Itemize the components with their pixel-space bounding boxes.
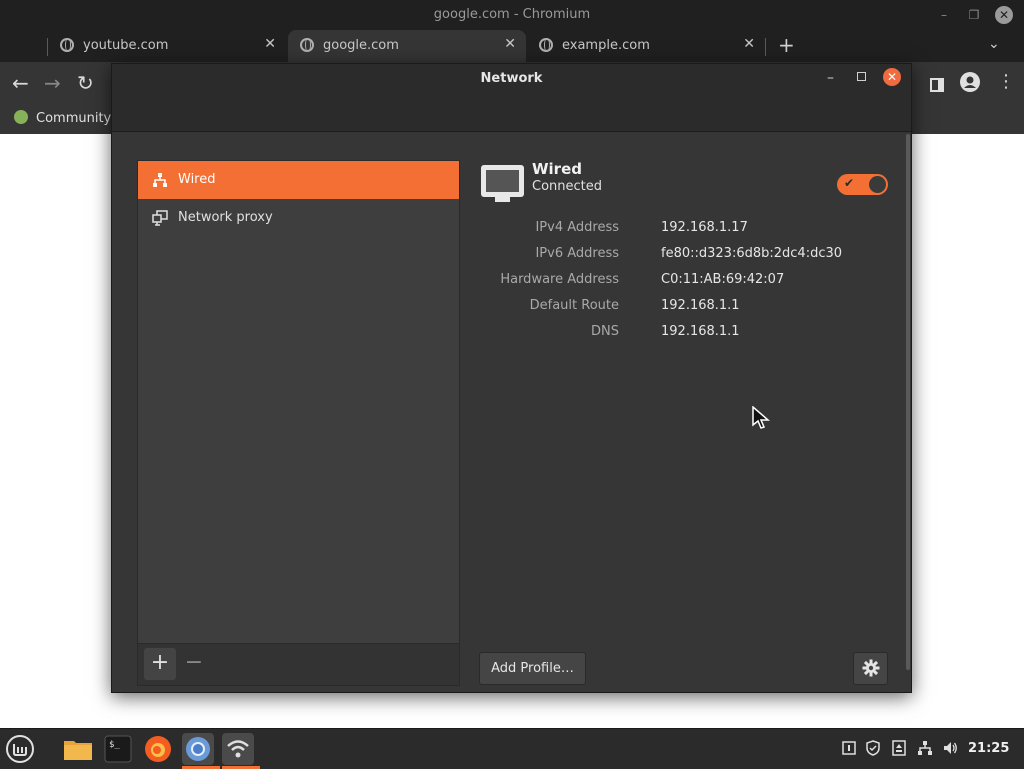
network-settings-icon[interactable] [222, 733, 260, 769]
dialog-header: Network – ✕ [112, 64, 911, 132]
taskbar-clock[interactable]: 21:25 [968, 741, 1009, 756]
browser-tabstrip: youtube.com ✕ google.com ✕ example.com ✕ [0, 30, 1024, 62]
sidebar-item-network-proxy[interactable]: Network proxy [138, 199, 459, 237]
detail-row-dns: DNS 192.168.1.1 [480, 324, 880, 344]
detail-value: C0:11:AB:69:42:07 [661, 272, 785, 287]
volume-icon[interactable] [942, 740, 958, 756]
globe-icon [60, 38, 74, 52]
sidebar-item-wired[interactable]: Wired [138, 161, 459, 199]
sidebar-item-label: Network proxy [178, 210, 273, 225]
browser-minimize-button[interactable]: – [935, 6, 953, 24]
browser-titlebar: google.com - Chromium – ❐ ✕ [0, 0, 1024, 30]
network-dialog: Network – ✕ Wired Network proxy + − Wire… [111, 63, 912, 693]
tab-separator [765, 38, 766, 56]
bookmark-label: Community [36, 111, 112, 126]
notes-tray-icon[interactable] [841, 740, 857, 756]
add-connection-button[interactable]: + [144, 648, 176, 680]
files-icon[interactable] [62, 733, 94, 765]
tab-close-icon[interactable]: ✕ [264, 36, 276, 52]
back-icon[interactable]: ← [12, 71, 29, 95]
browser-maximize-button[interactable]: ❐ [965, 6, 983, 24]
wired-toggle-switch[interactable]: ✔ [837, 174, 888, 195]
tab-close-icon[interactable]: ✕ [743, 36, 755, 52]
detail-row-ipv6: IPv6 Address fe80::d323:6d8b:2dc4:dc30 [480, 246, 880, 266]
gear-icon [862, 659, 880, 681]
detail-label: DNS [591, 324, 619, 339]
remove-connection-button[interactable]: − [178, 648, 210, 680]
terminal-icon[interactable]: $_ [102, 733, 134, 765]
firefox-icon[interactable] [142, 733, 174, 765]
browser-window-title: google.com - Chromium [433, 7, 591, 22]
bookmark-community[interactable]: Community [14, 110, 111, 126]
detail-value: 192.168.1.1 [661, 324, 740, 339]
connection-sidebar: Wired Network proxy [137, 160, 460, 644]
update-manager-icon[interactable] [891, 740, 907, 756]
globe-icon [539, 38, 553, 52]
ethernet-port-icon [480, 164, 525, 204]
sidebar-footer: + − [137, 644, 460, 686]
toggle-knob [869, 176, 886, 193]
tab-label: youtube.com [83, 38, 169, 53]
tab-label: google.com [323, 38, 399, 53]
tab-google[interactable]: google.com ✕ [288, 30, 526, 62]
dialog-title: Network [480, 71, 543, 86]
wired-network-icon [152, 172, 168, 188]
browser-menu-icon[interactable]: ⋮ [997, 71, 1015, 92]
detail-label: IPv4 Address [535, 220, 619, 235]
detail-value: 192.168.1.17 [661, 220, 748, 235]
detail-row-default-route: Default Route 192.168.1.1 [480, 298, 880, 318]
tab-close-icon[interactable]: ✕ [504, 36, 516, 52]
detail-value: fe80::d323:6d8b:2dc4:dc30 [661, 246, 843, 261]
chromium-icon[interactable] [182, 733, 220, 769]
detail-label: Default Route [529, 298, 619, 313]
dialog-minimize-button[interactable]: – [827, 70, 834, 86]
tab-youtube[interactable]: youtube.com ✕ [48, 30, 286, 62]
menu-icon[interactable] [4, 733, 36, 765]
network-proxy-icon [152, 210, 168, 226]
tab-search-icon[interactable]: ⌄ [988, 36, 1000, 52]
mouse-cursor-icon [752, 405, 771, 430]
scrollbar[interactable] [906, 134, 910, 670]
tab-example[interactable]: example.com ✕ [527, 30, 765, 62]
mint-logo-icon [14, 110, 28, 124]
check-icon: ✔ [844, 176, 855, 190]
side-panel-icon[interactable] [930, 73, 944, 97]
detail-row-ipv4: IPv4 Address 192.168.1.17 [480, 220, 880, 240]
forward-icon[interactable]: → [44, 71, 61, 95]
device-name: Wired [532, 160, 582, 178]
sidebar-item-label: Wired [178, 172, 216, 187]
reload-icon[interactable]: ↻ [77, 71, 94, 95]
detail-label: Hardware Address [500, 272, 619, 287]
browser-close-button[interactable]: ✕ [995, 6, 1013, 24]
device-status: Connected [532, 179, 603, 194]
dialog-maximize-button[interactable] [857, 72, 866, 81]
shield-icon[interactable] [865, 740, 881, 756]
taskbar: $_ 21:25 [0, 728, 1024, 769]
new-tab-button[interactable]: + [778, 33, 795, 57]
settings-button[interactable] [853, 652, 888, 685]
detail-label: IPv6 Address [535, 246, 619, 261]
wired-network-tray-icon[interactable] [917, 740, 933, 756]
detail-value: 192.168.1.1 [661, 298, 740, 313]
add-profile-button[interactable]: Add Profile… [479, 652, 586, 685]
globe-icon [300, 38, 314, 52]
profile-icon[interactable] [960, 72, 980, 97]
dialog-close-button[interactable]: ✕ [883, 68, 901, 86]
svg-text:$_: $_ [109, 740, 120, 750]
tab-label: example.com [562, 38, 650, 53]
detail-row-hardware-address: Hardware Address C0:11:AB:69:42:07 [480, 272, 880, 292]
